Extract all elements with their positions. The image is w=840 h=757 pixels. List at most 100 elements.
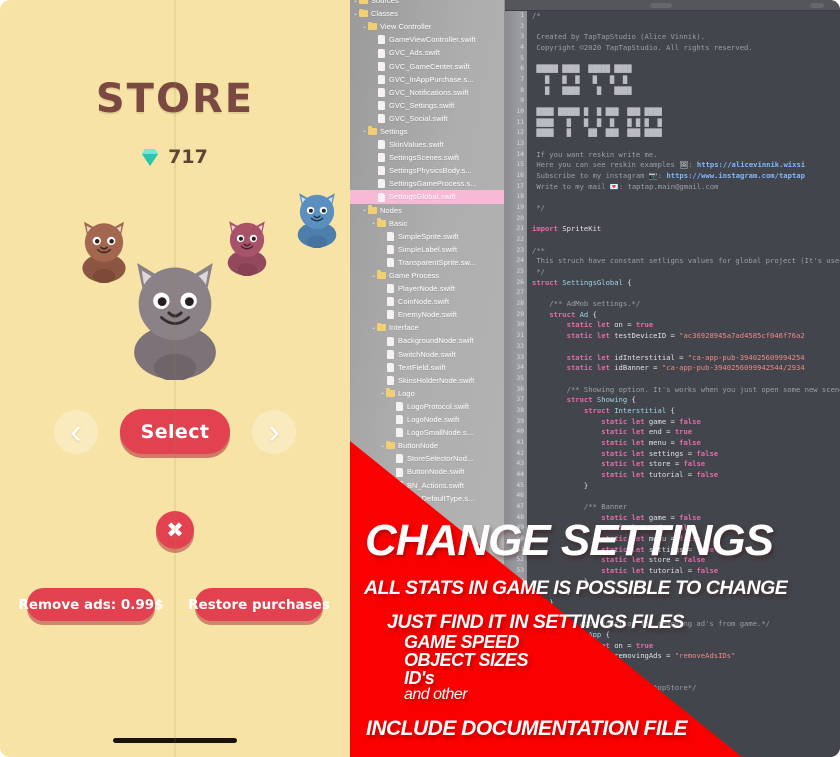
code-editor[interactable]: 1/* 2 3 Created by TapTapStudio (Alice Vin… — [505, 11, 840, 757]
nav-folder-nodes[interactable]: ⌄ Nodes — [350, 204, 504, 217]
code-line[interactable]: 47 /** Banner — [505, 502, 840, 513]
nav-file-gvc-notifications-swift[interactable]: GVC_Notifications.swift — [350, 86, 504, 99]
cat-grey-selected[interactable] — [122, 258, 228, 380]
code-line[interactable]: 38 struct Interstitial { — [505, 406, 840, 417]
code-line[interactable]: 27 — [505, 288, 840, 299]
code-line[interactable]: 1 /* — [505, 11, 840, 22]
code-line[interactable]: 43 static let store = false — [505, 459, 840, 470]
cat-pink[interactable] — [222, 218, 272, 276]
code-line[interactable]: 36 /** Showing option. It's works when y… — [505, 385, 840, 396]
nav-file-bn-defaulttype-s[interactable]: BN_DefaultType.s... — [350, 492, 504, 505]
code-line[interactable]: 41 static let menu = false — [505, 438, 840, 449]
toolbar-control-2[interactable] — [810, 3, 824, 8]
nav-folder-settings[interactable]: ⌄ Settings — [350, 125, 504, 138]
code-line[interactable]: 42 static let settings = false — [505, 449, 840, 460]
nav-folder-buttonnode[interactable]: ⌄ ButtonNode — [350, 439, 504, 452]
nav-folder-sources[interactable]: ⌄ Sources — [350, 0, 504, 7]
code-line[interactable]: 29 struct Ad { — [505, 310, 840, 321]
code-line[interactable]: 26 struct SettingsGlobal { — [505, 278, 840, 289]
nav-file-transparentsprite-sw[interactable]: TransparentSprite.sw... — [350, 256, 504, 269]
disclosure-chevron-icon[interactable]: ⌄ — [379, 443, 386, 449]
code-line[interactable]: 28 /** AdMob settings.*/ — [505, 299, 840, 310]
prev-skin-arrow-icon[interactable]: ‹ — [54, 410, 98, 454]
code-line[interactable]: 19 */ — [505, 203, 840, 214]
nav-file-logonode-swift[interactable]: LogoNode.swift — [350, 413, 504, 426]
code-line[interactable]: 3 Created by TapTapStudio (Alice Vinnik)… — [505, 32, 840, 43]
nav-file-gvc-inapppurchase-s[interactable]: GVC_InAppPurchase.s... — [350, 73, 504, 86]
nav-file-gvc-social-swift[interactable]: GVC_Social.swift — [350, 112, 504, 125]
code-line[interactable]: 40 static let end = true — [505, 427, 840, 438]
code-line[interactable]: 20 — [505, 214, 840, 225]
nav-file-textfield-swift[interactable]: TextField.swift — [350, 361, 504, 374]
nav-file-switchnode-swift[interactable]: SwitchNode.swift — [350, 348, 504, 361]
code-line[interactable]: 24 This struch have constant setligns va… — [505, 256, 840, 267]
nav-file-gvc-gamecenter-swift[interactable]: GVC_GameCenter.swift — [350, 59, 504, 72]
nav-file-gvc-ads-swift[interactable]: GVC_Ads.swift — [350, 46, 504, 59]
code-line[interactable]: 61 static let removingAds = "removeAdsID… — [505, 651, 840, 662]
nav-file-settingsscenes-swift[interactable]: SettingsScenes.swift — [350, 151, 504, 164]
code-line[interactable]: 18 — [505, 192, 840, 203]
nav-file-logosmallnode-s[interactable]: LogoSmallNode.s... — [350, 426, 504, 439]
code-line[interactable]: 53 static let tutorial = false — [505, 566, 840, 577]
code-line[interactable]: 12 ████ █ ██ ███ ███ ████ — [505, 128, 840, 139]
toolbar-control[interactable] — [650, 3, 672, 8]
nav-file-simplelabel-swift[interactable]: SimpleLabel.swift — [350, 243, 504, 256]
nav-file-bn-actions-swift[interactable]: BN_Actions.swift — [350, 478, 504, 491]
remove-ads-button[interactable]: Remove ads: 0.99$ — [18, 588, 164, 621]
code-line[interactable]: 11 ████ █ █ █ █ █ █ █ █ — [505, 118, 840, 129]
disclosure-chevron-icon[interactable]: ⌄ — [379, 390, 386, 396]
code-line[interactable]: 22 — [505, 235, 840, 246]
nav-file-settingsphysicsbody-s[interactable]: SettingsPhysicsBody.s... — [350, 164, 504, 177]
code-line[interactable]: 46 — [505, 491, 840, 502]
code-line[interactable]: 44 static let tutorial = false — [505, 470, 840, 481]
disclosure-chevron-icon[interactable]: ⌄ — [361, 128, 368, 134]
disclosure-chevron-icon[interactable]: ⌄ — [352, 11, 359, 17]
nav-file-backgroundnode-swift[interactable]: BackgroundNode.swift — [350, 334, 504, 347]
code-line[interactable]: 23 /** — [505, 246, 840, 257]
close-button[interactable]: ✖ — [156, 511, 194, 549]
nav-file-logoprotocol-swift[interactable]: LogoProtocol.swift — [350, 400, 504, 413]
nav-file-settingsgameprocess-s[interactable]: SettingsGameProcess.s... — [350, 177, 504, 190]
disclosure-chevron-icon[interactable]: ⌄ — [352, 0, 359, 4]
code-line[interactable]: 17 Write to my mail 💌: taptap.main@gmail… — [505, 182, 840, 193]
code-line[interactable]: 14 If you want reskin write me. — [505, 150, 840, 161]
code-line[interactable]: 8 █ ████ █ ████ — [505, 86, 840, 97]
nav-folder-logo[interactable]: ⌄ Logo — [350, 387, 504, 400]
disclosure-chevron-icon[interactable]: ⌄ — [361, 24, 368, 30]
code-line[interactable]: 5 — [505, 54, 840, 65]
code-line[interactable]: 62 } — [505, 662, 840, 673]
nav-file-settingsglobal-swift[interactable]: SettingsGlobal.swift — [350, 190, 504, 204]
cat-blue[interactable] — [292, 190, 342, 248]
code-line[interactable]: 66 static let on = true — [505, 705, 840, 716]
nav-file-playernode-swift[interactable]: PlayerNode.swift — [350, 282, 504, 295]
nav-file-skinvalues-swift[interactable]: SkinValues.swift — [350, 138, 504, 151]
disclosure-chevron-icon[interactable]: ⌄ — [370, 273, 377, 279]
nav-folder-game-process[interactable]: ⌄ Game Process — [350, 269, 504, 282]
code-line[interactable]: 21 import SpriteKit — [505, 224, 840, 235]
nav-file-gameviewcontroller-swift[interactable]: GameViewController.swift — [350, 33, 504, 46]
code-line[interactable]: 63 — [505, 673, 840, 684]
code-line[interactable]: 33 static let idInterstitial = "ca-app-p… — [505, 353, 840, 364]
nav-file-storeselectornod[interactable]: StoreSelectorNod... — [350, 452, 504, 465]
code-line[interactable]: 6 █████ ████ █████ ████ — [505, 64, 840, 75]
code-line[interactable]: 31 static let testDeviceID = "ac36928945… — [505, 331, 840, 342]
code-line[interactable]: 30 static let on = true — [505, 320, 840, 331]
nav-file-simplesprite-swift[interactable]: SimpleSprite.swift — [350, 230, 504, 243]
nav-file-skinsholdernode-swift[interactable]: SkinsHolderNode.swift — [350, 374, 504, 387]
nav-file-buttonnode-swift[interactable]: ButtonNode.swift — [350, 465, 504, 478]
nav-folder-classes[interactable]: ⌄ Classes — [350, 7, 504, 20]
next-skin-arrow-icon[interactable]: › — [252, 410, 296, 454]
code-line[interactable]: 60 static let on = true — [505, 641, 840, 652]
code-line[interactable]: 35 — [505, 374, 840, 385]
code-line[interactable]: 34 static let idBanner = "ca-app-pub-394… — [505, 363, 840, 374]
disclosure-chevron-icon[interactable]: ⌄ — [361, 207, 368, 213]
restore-purchases-button[interactable]: Restore purchases — [188, 588, 330, 621]
code-line[interactable]: 64 /** Settings rationg in AppStore*/ — [505, 683, 840, 694]
disclosure-chevron-icon[interactable]: ⌄ — [370, 220, 377, 226]
disclosure-chevron-icon[interactable]: ⌄ — [370, 325, 377, 331]
code-line[interactable]: 32 — [505, 342, 840, 353]
code-line[interactable]: 2 — [505, 22, 840, 33]
code-line[interactable]: 65 struct Rate { — [505, 694, 840, 705]
code-line[interactable]: 7 █ █ █ █ █ █ — [505, 75, 840, 86]
select-button[interactable]: Select — [120, 409, 230, 454]
